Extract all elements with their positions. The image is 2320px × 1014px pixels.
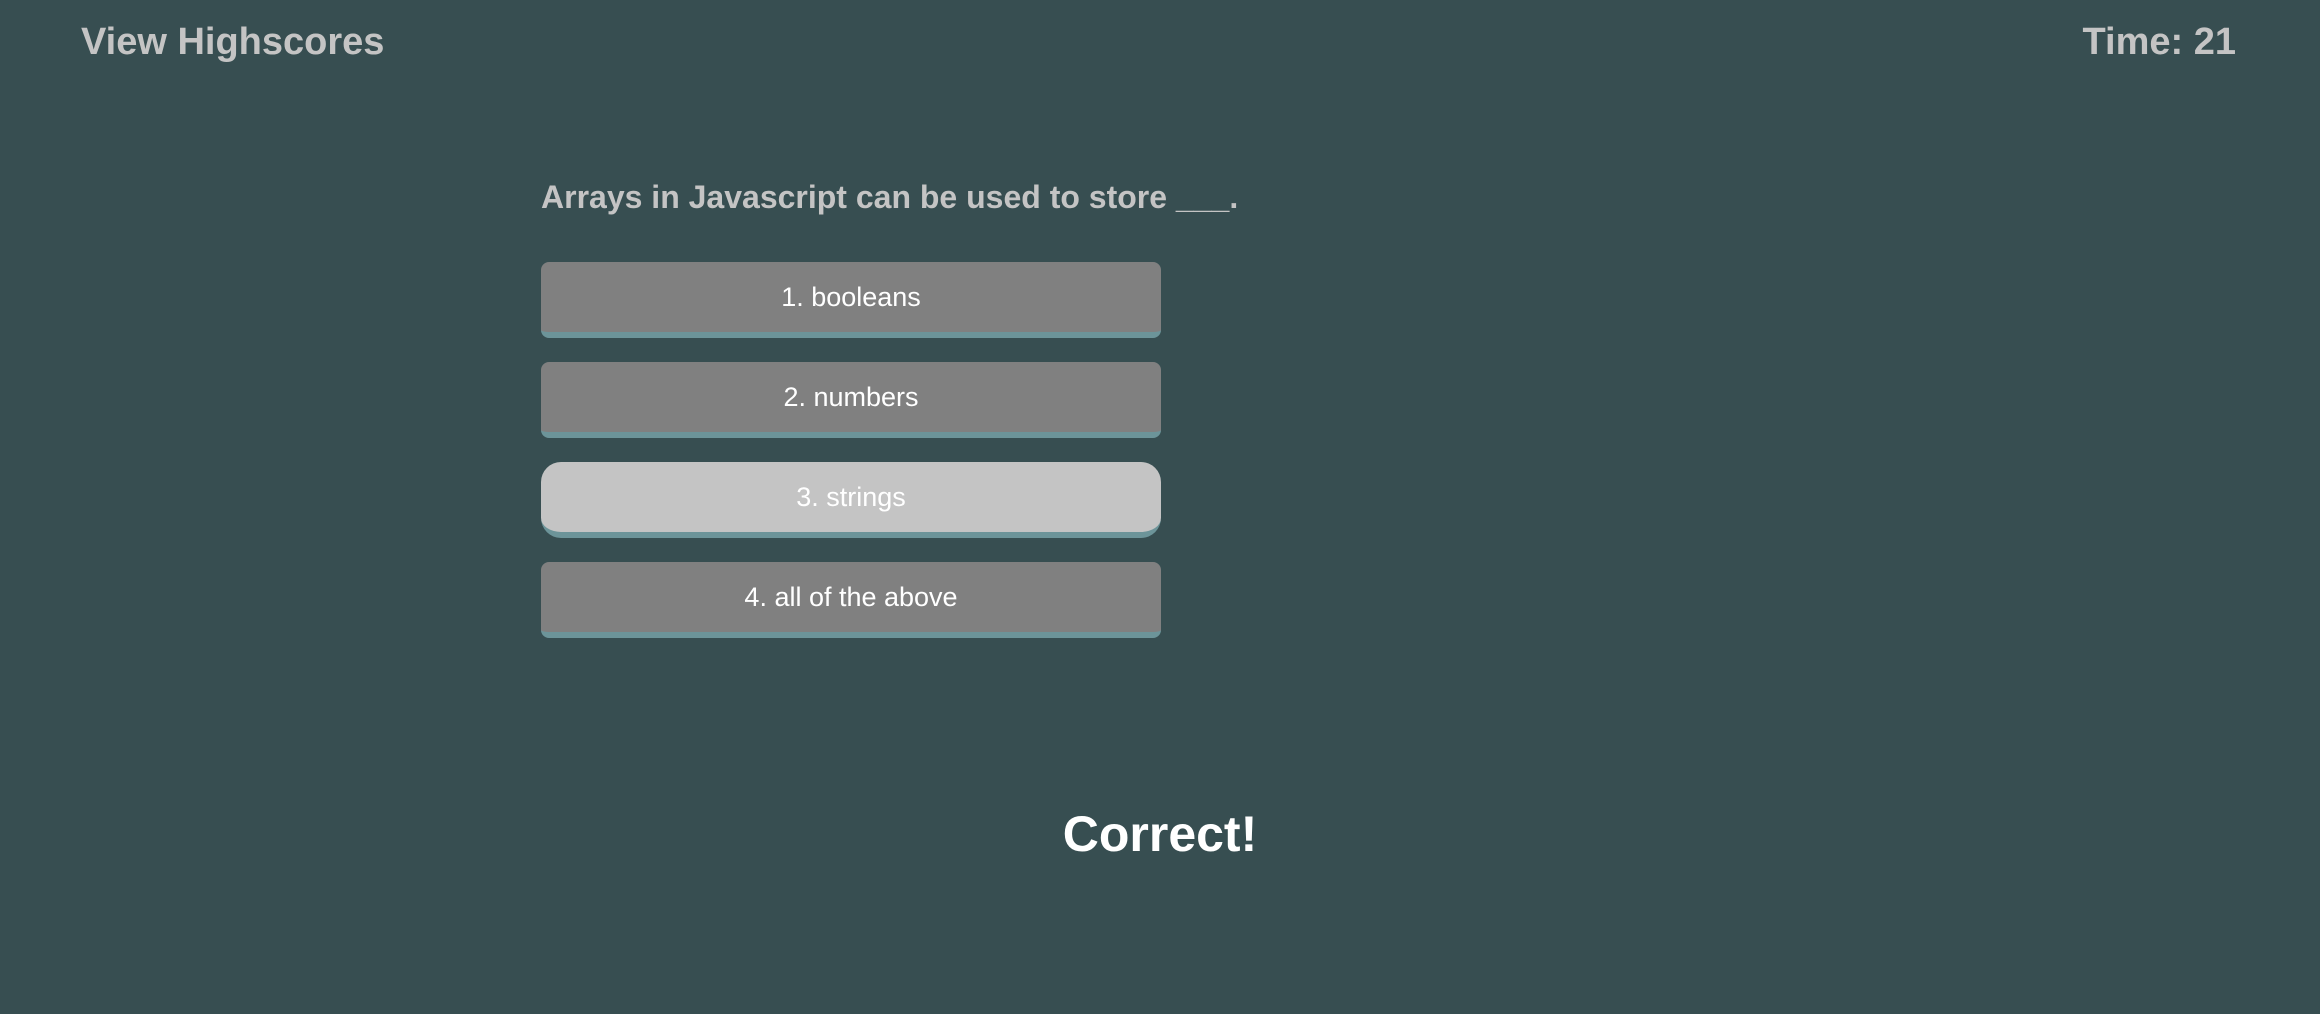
question-text: Arrays in Javascript can be used to stor… <box>541 179 1239 215</box>
quiz-page: View Highscores Time: 21 Arrays in Javas… <box>0 0 2320 1014</box>
answer-button-1[interactable]: 1. booleans <box>541 262 1161 338</box>
timer-display: Time: 21 <box>2082 21 2236 63</box>
answer-list: 1. booleans 2. numbers 3. strings 4. all… <box>541 262 1161 638</box>
view-highscores-link[interactable]: View Highscores <box>81 18 384 66</box>
answer-button-3[interactable]: 3. strings <box>541 462 1161 538</box>
feedback-message: Correct! <box>1062 806 1258 862</box>
answer-button-4[interactable]: 4. all of the above <box>541 562 1161 638</box>
answer-button-2[interactable]: 2. numbers <box>541 362 1161 438</box>
quiz-container: Arrays in Javascript can be used to stor… <box>541 172 1239 638</box>
